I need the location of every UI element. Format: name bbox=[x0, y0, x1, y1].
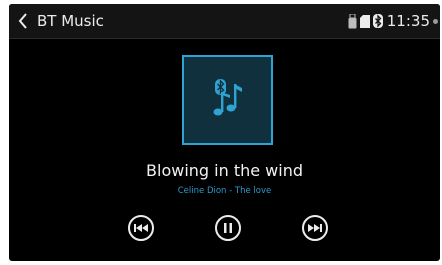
bt-music-screen: BT Music 11:35 Blowing in the wind Celin… bbox=[9, 4, 440, 261]
skip-next-icon bbox=[308, 224, 322, 232]
previous-track-button[interactable] bbox=[128, 215, 154, 241]
status-bar: BT Music 11:35 bbox=[9, 4, 440, 39]
clock: 11:35 bbox=[386, 12, 430, 30]
skip-previous-icon bbox=[134, 224, 148, 232]
usb-icon bbox=[348, 13, 357, 29]
sd-card-icon bbox=[359, 14, 370, 28]
bluetooth-icon bbox=[372, 14, 383, 28]
artist-album: Celine Dion - The love bbox=[177, 186, 272, 196]
back-arrow-icon[interactable] bbox=[14, 11, 32, 31]
status-icons: 11:35 bbox=[348, 12, 438, 30]
next-track-button[interactable] bbox=[302, 215, 328, 241]
status-dot-icon bbox=[433, 18, 438, 24]
song-title: Blowing in the wind bbox=[146, 161, 303, 180]
pause-icon bbox=[224, 223, 232, 233]
bluetooth-music-icon bbox=[208, 78, 248, 122]
album-art bbox=[182, 55, 273, 145]
page-title: BT Music bbox=[37, 12, 104, 30]
play-pause-button[interactable] bbox=[215, 215, 241, 241]
